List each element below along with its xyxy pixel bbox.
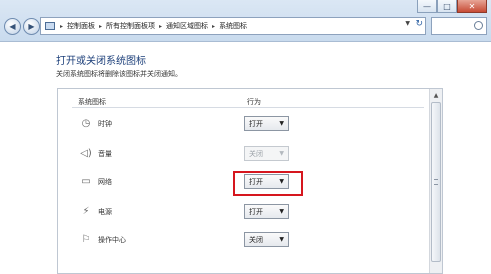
minimize-button[interactable]: — <box>417 0 437 13</box>
list-item-label: 电源 <box>98 208 112 216</box>
page-description: 关闭系统图标将删除该图标并关闭通知。 <box>56 70 182 78</box>
search-input[interactable] <box>431 17 487 35</box>
window-chrome: — □ ✕ ◀ ▶ ▸ 控制面板 ▸ 所有控制面板项 ▸ 通知区域图标 ▸ 系统… <box>0 0 491 42</box>
list-item-volume: ◁) 音量 关闭 ▼ <box>58 143 430 165</box>
chevron-down-icon: ▼ <box>279 120 284 127</box>
navigation-bar: ◀ ▶ ▸ 控制面板 ▸ 所有控制面板项 ▸ 通知区域图标 ▸ 系统图标 ▼ ↻ <box>0 14 491 38</box>
network-select-highlight <box>233 171 303 196</box>
scrollbar-grip <box>434 179 438 185</box>
power-icon: ⚡ <box>82 205 90 217</box>
breadcrumb-system-icons[interactable]: 系统图标 <box>219 21 247 31</box>
refresh-icon[interactable]: ↻ <box>415 19 423 29</box>
window-controls: — □ ✕ <box>417 0 487 14</box>
select-value: 打开 <box>249 207 263 216</box>
control-panel-icon <box>45 22 55 30</box>
breadcrumb-separator: ▸ <box>159 22 163 30</box>
page-title: 打开或关闭系统图标 <box>56 56 146 67</box>
address-bar[interactable]: ▸ 控制面板 ▸ 所有控制面板项 ▸ 通知区域图标 ▸ 系统图标 ▼ ↻ <box>40 17 426 35</box>
select-value: 关闭 <box>249 149 263 158</box>
breadcrumb-notification-icons[interactable]: 通知区域图标 <box>166 21 208 31</box>
select-value: 打开 <box>249 119 263 128</box>
action-center-flag-icon: ⚐ <box>81 233 91 245</box>
list-item-label: 时钟 <box>98 120 112 128</box>
close-button[interactable]: ✕ <box>457 0 487 13</box>
breadcrumb-all-items[interactable]: 所有控制面板项 <box>106 21 155 31</box>
forward-arrow-icon: ▶ <box>28 21 35 31</box>
chevron-down-icon: ▼ <box>279 150 284 157</box>
breadcrumb-separator: ▸ <box>212 22 216 30</box>
list-item-label: 音量 <box>98 150 112 158</box>
header-divider <box>72 107 424 108</box>
list-item-power: ⚡ 电源 打开 ▼ <box>58 201 430 223</box>
vertical-scrollbar[interactable]: ▲ <box>429 89 442 273</box>
chevron-down-icon: ▼ <box>279 208 284 215</box>
back-button[interactable]: ◀ <box>4 17 21 35</box>
volume-behavior-select: 关闭 ▼ <box>244 146 289 161</box>
select-value: 关闭 <box>249 235 263 244</box>
list-item-label: 操作中心 <box>98 236 126 244</box>
forward-button[interactable]: ▶ <box>23 17 40 35</box>
scrollbar-thumb[interactable] <box>431 102 441 262</box>
column-header-system-icons: 系统图标 <box>78 98 106 106</box>
breadcrumb-control-panel[interactable]: 控制面板 <box>67 21 95 31</box>
action-center-behavior-select[interactable]: 关闭 ▼ <box>244 232 289 247</box>
list-item-clock: ◷ 时钟 打开 ▼ <box>58 113 430 135</box>
list-item-label: 网络 <box>98 178 112 186</box>
list-item-action-center: ⚐ 操作中心 关闭 ▼ <box>58 229 430 251</box>
chevron-down-icon: ▼ <box>279 236 284 243</box>
breadcrumb-separator: ▸ <box>99 22 103 30</box>
search-icon <box>474 21 483 30</box>
volume-icon: ◁) <box>80 147 92 159</box>
breadcrumb-separator: ▸ <box>60 22 64 30</box>
power-behavior-select[interactable]: 打开 ▼ <box>244 204 289 219</box>
chevron-down-icon[interactable]: ▼ <box>405 20 410 27</box>
maximize-button[interactable]: □ <box>437 0 457 13</box>
column-header-behavior: 行为 <box>247 98 261 106</box>
network-icon: ▭ <box>81 175 91 187</box>
back-arrow-icon: ◀ <box>9 21 16 31</box>
clock-icon: ◷ <box>81 117 91 129</box>
clock-behavior-select[interactable]: 打开 ▼ <box>244 116 289 131</box>
scroll-up-arrow-icon[interactable]: ▲ <box>430 89 442 101</box>
main-content: 打开或关闭系统图标 关闭系统图标将删除该图标并关闭通知。 系统图标 行为 ◷ 时… <box>0 43 491 274</box>
